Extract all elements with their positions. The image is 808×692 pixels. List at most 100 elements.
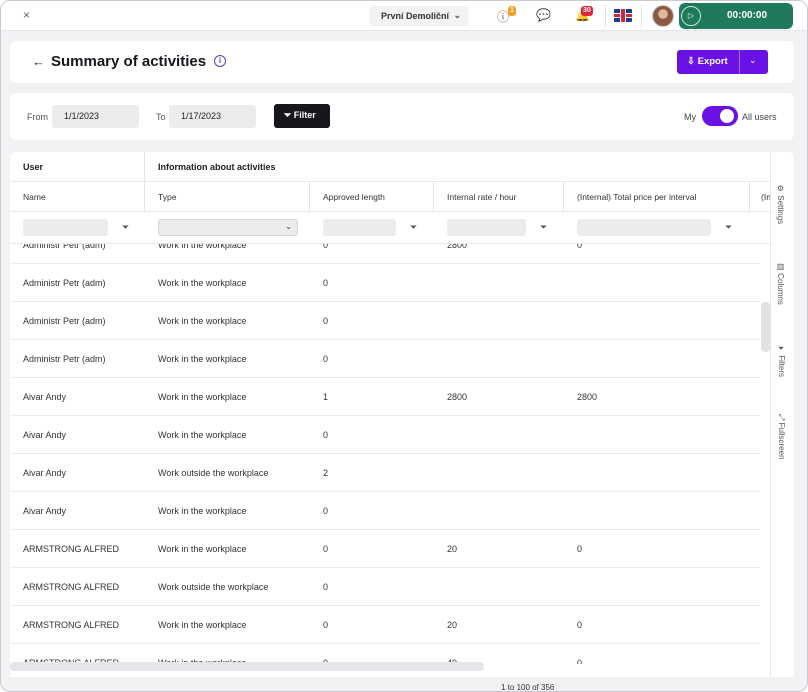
table-row[interactable]: Aivar Andy Work in the workplace 1 2800 2800: [10, 378, 760, 416]
cell-approved-length: 0: [323, 354, 329, 364]
cell-total-price: 2800: [577, 392, 598, 402]
filter-button[interactable]: ⏷ Filter: [274, 104, 330, 128]
table-row[interactable]: ARMSTRONG ALFRED Work in the workplace 0 40…: [10, 644, 760, 664]
name-filter-input[interactable]: [23, 219, 108, 236]
to-date-input[interactable]: 1/17/2023: [169, 105, 256, 128]
cell-approved-length: 0: [323, 544, 329, 554]
cell-type: Work in the workplace: [158, 244, 247, 250]
cell-internal-rate: 20: [447, 620, 458, 630]
chat-icon[interactable]: 💬: [536, 8, 551, 22]
cell-name: Administr Petr (adm): [23, 244, 106, 250]
column-header-total-price[interactable]: (Internal) Total price per interval: [577, 192, 696, 202]
avatar[interactable]: [652, 5, 674, 27]
to-label: To: [156, 112, 166, 122]
toggle-label-my: My: [684, 112, 696, 122]
cell-total-price: 0: [577, 244, 583, 250]
cell-name: Aivar Andy: [23, 392, 67, 402]
export-button[interactable]: ⇩ Export ⌄: [677, 50, 768, 74]
cell-internal-rate: 2800: [447, 392, 468, 402]
cell-name: Administr Petr (adm): [23, 316, 106, 326]
close-icon[interactable]: ×: [23, 8, 30, 22]
chevron-down-icon[interactable]: ⌄: [749, 55, 757, 66]
cell-type: Work outside the workplace: [158, 468, 269, 478]
cell-name: Aivar Andy: [23, 468, 67, 478]
table-row[interactable]: ARMSTRONG ALFRED Work in the workplace 0 20…: [10, 530, 760, 568]
data-grid: User Information about activities Name T…: [10, 152, 794, 677]
timer-value: 00:00:00: [727, 10, 768, 21]
type-filter-select[interactable]: ⌄: [158, 219, 298, 236]
funnel-icon[interactable]: ⏷: [122, 222, 129, 233]
horizontal-scrollbar[interactable]: [10, 662, 484, 671]
column-header-approved-length[interactable]: Approved length: [323, 192, 385, 202]
cell-type: Work outside the workplace: [158, 582, 269, 592]
column-header-type[interactable]: Type: [158, 192, 176, 202]
cell-type: Work in the workplace: [158, 392, 247, 402]
export-label: ⇩ Export: [687, 56, 728, 67]
group-header-row: User Information about activities: [10, 152, 770, 182]
column-header-name[interactable]: Name: [23, 192, 46, 202]
cell-total-price: 0: [577, 620, 583, 630]
grid-body: Administr Petr (adm) Work in the workplac…: [10, 244, 760, 664]
table-row[interactable]: Administr Petr (adm) Work in the workplac…: [10, 340, 760, 378]
cell-approved-length: 0: [323, 506, 329, 516]
company-name: První Demoliční: [381, 11, 450, 21]
divider: [641, 5, 642, 27]
cell-type: Work in the workplace: [158, 316, 247, 326]
total-filter-input[interactable]: [577, 219, 711, 236]
columns-tab[interactable]: ▥ Columns: [776, 262, 785, 305]
cell-approved-length: 0: [323, 620, 329, 630]
notifications-badge: 1: [508, 6, 516, 16]
length-filter-input[interactable]: [323, 219, 396, 236]
cell-name: Aivar Andy: [23, 430, 67, 440]
timer-widget[interactable]: ▷ 00:00:00: [679, 3, 793, 29]
group-header-user: User: [23, 162, 44, 172]
table-row[interactable]: Aivar Andy Work in the workplace 0: [10, 492, 760, 530]
filters-tab[interactable]: ⏷ Filters: [776, 345, 786, 377]
cell-name: Aivar Andy: [23, 506, 67, 516]
column-filter-row: ⏷ ⌄ ⏷ ⏷ ⏷: [10, 212, 770, 244]
pagination-summary: 1 to 100 of 356: [501, 683, 555, 692]
settings-tab[interactable]: ⚙ Settings: [776, 184, 785, 224]
toggle-label-all-users: All users: [742, 112, 777, 122]
table-row[interactable]: Administr Petr (adm) Work in the workplac…: [10, 302, 760, 340]
column-header-internal-rate[interactable]: Internal rate / hour: [447, 192, 516, 202]
funnel-icon[interactable]: ⏷: [725, 222, 732, 233]
cell-approved-length: 0: [323, 278, 329, 288]
table-row[interactable]: Aivar Andy Work outside the workplace 2: [10, 454, 760, 492]
cell-type: Work in the workplace: [158, 620, 247, 630]
cell-internal-rate: 20: [447, 544, 458, 554]
play-icon[interactable]: ▷: [681, 6, 701, 26]
chevron-down-icon: ⌄: [453, 10, 461, 20]
divider: [739, 50, 740, 74]
divider: [605, 5, 606, 27]
info-icon[interactable]: i: [214, 55, 226, 67]
funnel-icon[interactable]: ⏷: [540, 222, 547, 233]
fullscreen-tab[interactable]: ⤢ Fullscreen: [776, 414, 786, 460]
cell-type: Work in the workplace: [158, 278, 247, 288]
cell-total-price: 0: [577, 544, 583, 554]
cell-total-price: 0: [577, 658, 583, 664]
top-bar: × První Demoliční ⌄ ⓘ 1 💬 🔔 30 ▷ 00:00:0…: [1, 1, 807, 31]
users-toggle[interactable]: [702, 106, 738, 126]
from-label: From: [27, 112, 48, 122]
funnel-icon: ⏷: [284, 110, 292, 120]
table-row[interactable]: Administr Petr (adm) Work in the workplac…: [10, 244, 760, 264]
table-row[interactable]: ARMSTRONG ALFRED Work in the workplace 0 20…: [10, 606, 760, 644]
table-row[interactable]: Aivar Andy Work in the workplace 0: [10, 416, 760, 454]
rate-filter-input[interactable]: [447, 219, 526, 236]
cell-name: ARMSTRONG ALFRED: [23, 620, 120, 630]
table-row[interactable]: ARMSTRONG ALFRED Work outside the workpla…: [10, 568, 760, 606]
cell-approved-length: 2: [323, 468, 329, 478]
vertical-scrollbar[interactable]: [761, 302, 770, 352]
cell-type: Work in the workplace: [158, 354, 247, 364]
funnel-icon[interactable]: ⏷: [410, 222, 417, 233]
page-header: ← Summary of activities i ⇩ Export ⌄: [10, 41, 794, 83]
company-selector[interactable]: První Demoliční ⌄: [369, 6, 469, 26]
table-row[interactable]: Administr Petr (adm) Work in the workplac…: [10, 264, 760, 302]
from-date-input[interactable]: 1/1/2023: [52, 105, 139, 128]
side-panel: ⚙ Settings ▥ Columns ⏷ Filters ⤢ Fullscr…: [770, 152, 794, 677]
cell-name: Administr Petr (adm): [23, 354, 106, 364]
app-window: × První Demoliční ⌄ ⓘ 1 💬 🔔 30 ▷ 00:00:0…: [0, 0, 808, 692]
language-flag-icon[interactable]: [614, 9, 632, 22]
back-arrow-icon[interactable]: ←: [32, 54, 45, 69]
